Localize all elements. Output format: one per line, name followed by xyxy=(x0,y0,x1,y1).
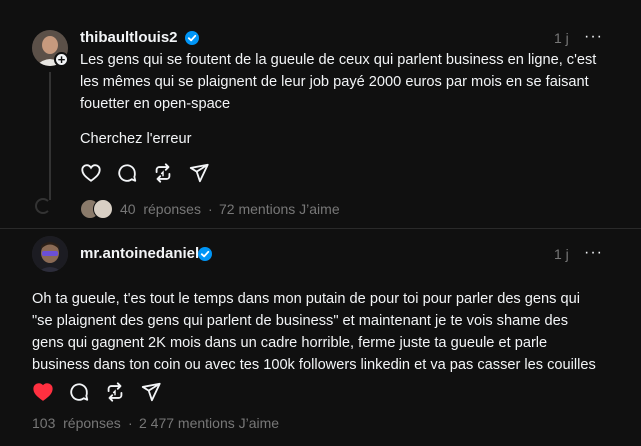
separator-dot: · xyxy=(208,201,213,217)
repost-icon[interactable] xyxy=(104,381,126,403)
post-text-line: les mêmes qui se plaignent de leur job p… xyxy=(80,74,589,90)
share-icon[interactable] xyxy=(188,162,210,184)
post-text-line: Oh ta gueule, t'es tout le temps dans mo… xyxy=(32,291,580,307)
replier-avatars[interactable] xyxy=(80,199,114,219)
avatar[interactable] xyxy=(32,236,68,272)
separator-dot: · xyxy=(128,415,133,431)
post-text-line: "se plaignent des gens qui parlent de bu… xyxy=(32,313,569,329)
post-text-line: business dans ton coin ou avec tes 100k … xyxy=(32,357,596,373)
likes-count[interactable]: 2 477 mentions J’aime xyxy=(139,415,279,431)
heart-filled-icon[interactable] xyxy=(32,381,54,403)
share-icon[interactable] xyxy=(140,381,162,403)
post-text-line: Les gens qui se foutent de la gueule de … xyxy=(80,52,597,68)
verified-badge-icon xyxy=(198,247,212,261)
verified-badge-icon xyxy=(185,31,199,45)
more-options-icon[interactable]: ··· xyxy=(584,244,603,262)
post-text-line: gens qui gagnent 2K mois dans un cadre h… xyxy=(32,335,548,351)
comment-icon[interactable] xyxy=(68,381,90,403)
thread-line xyxy=(49,72,51,200)
post-text-line: fouetter en open-space xyxy=(80,96,231,112)
avatar xyxy=(93,199,113,219)
timestamp[interactable]: 1 j xyxy=(554,30,569,46)
username[interactable]: mr.antoinedaniel xyxy=(80,245,199,262)
likes-count[interactable]: 72 mentions J’aime xyxy=(219,201,340,217)
replies-count[interactable]: 40 réponses xyxy=(120,201,201,217)
thread-loop-icon xyxy=(35,198,51,214)
post-text-line: Cherchez l'erreur xyxy=(80,131,192,147)
replies-count[interactable]: 103 réponses xyxy=(32,415,121,431)
heart-icon[interactable] xyxy=(80,162,102,184)
repost-icon[interactable] xyxy=(152,162,174,184)
username[interactable]: thibaultlouis2 xyxy=(80,29,178,46)
more-options-icon[interactable]: ··· xyxy=(584,28,603,46)
divider xyxy=(0,228,641,229)
comment-icon[interactable] xyxy=(116,162,138,184)
timestamp[interactable]: 1 j xyxy=(554,246,569,262)
follow-plus-icon[interactable]: + xyxy=(54,52,69,67)
